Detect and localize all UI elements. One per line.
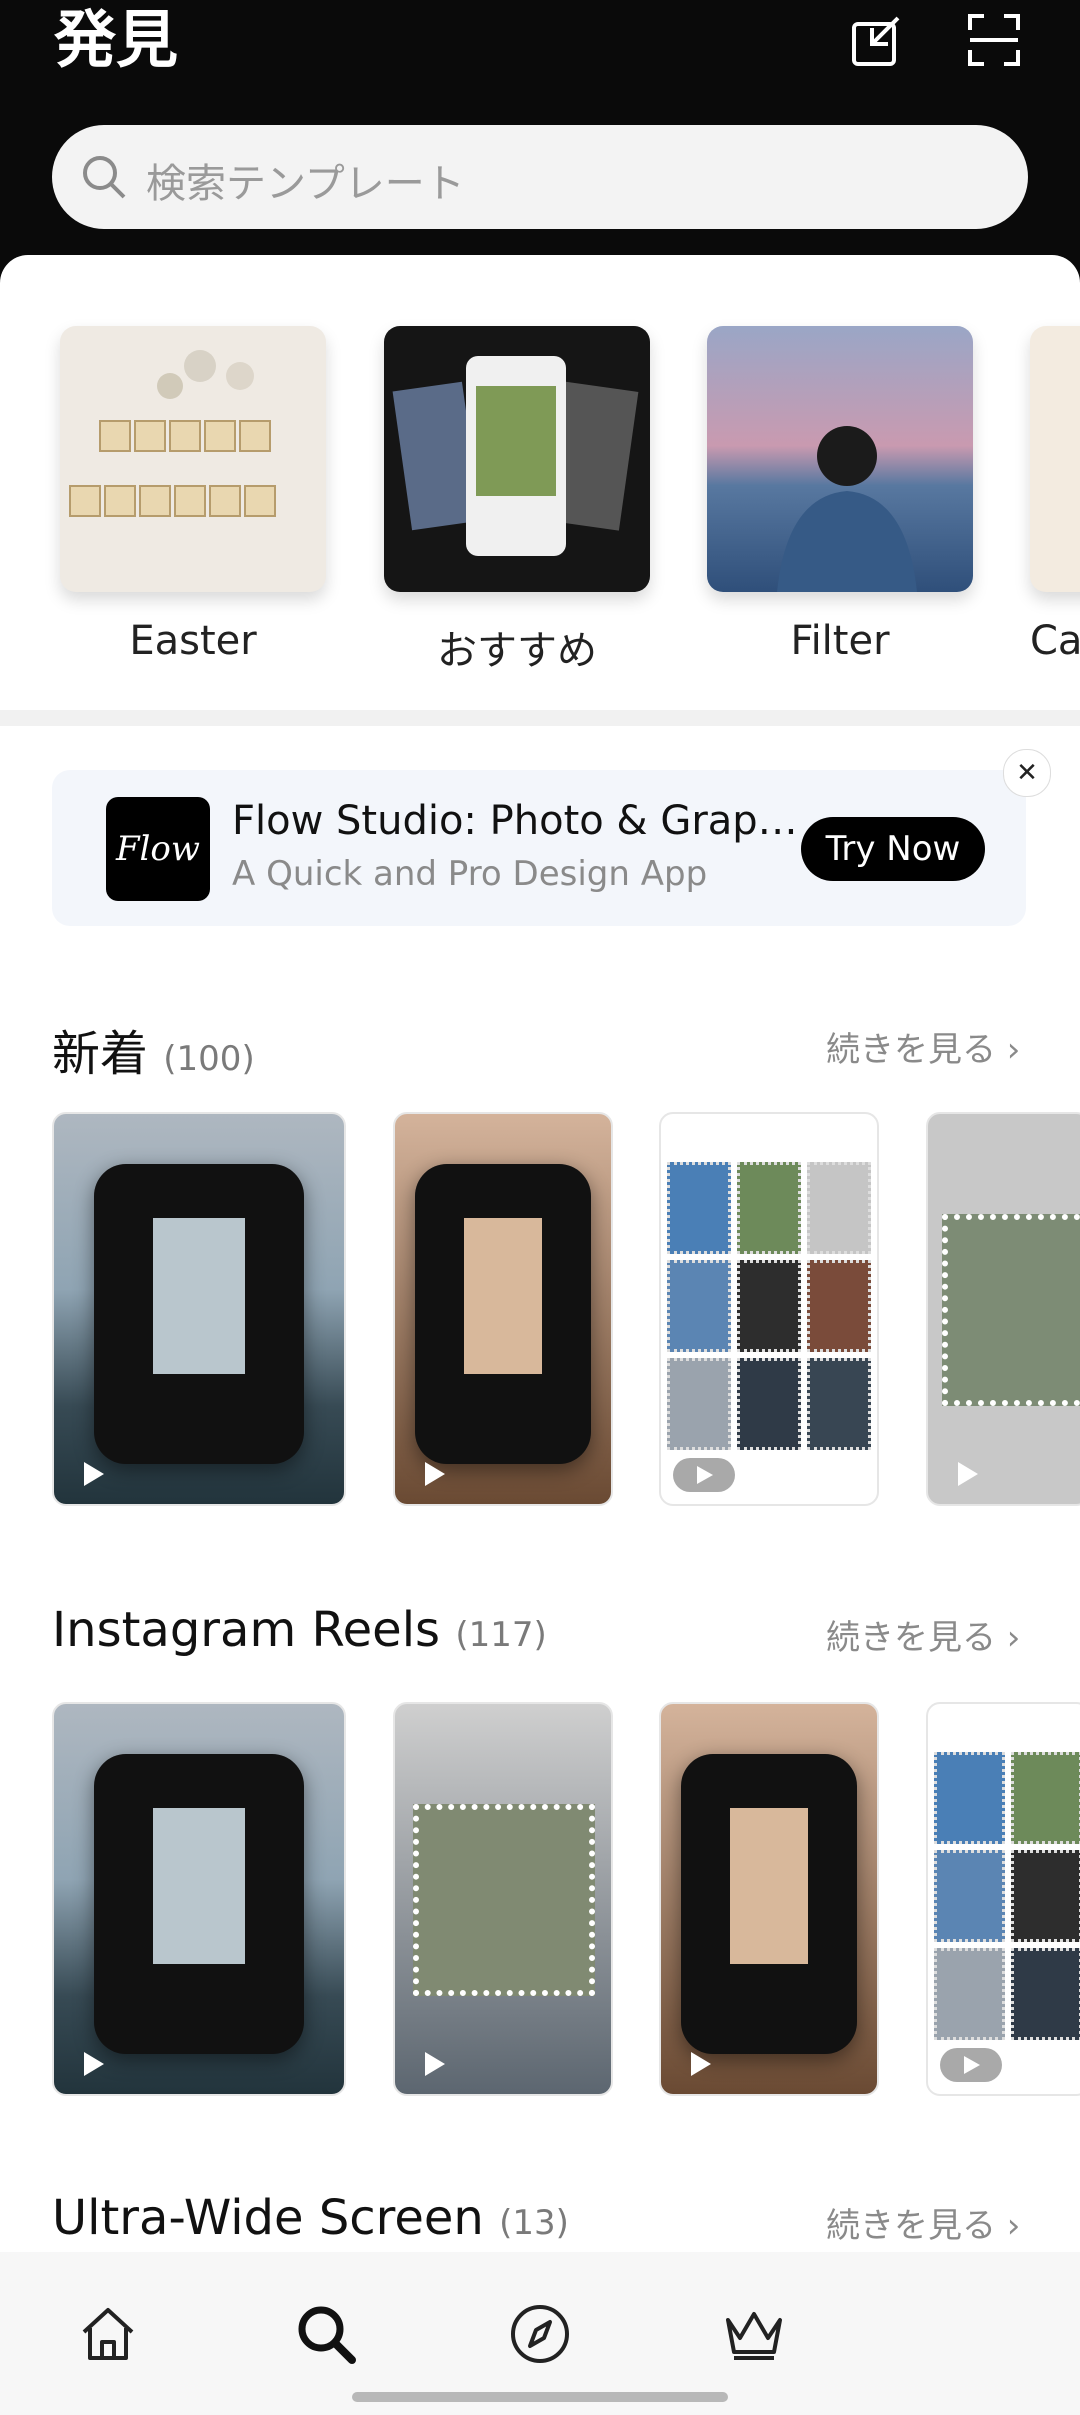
play-icon xyxy=(691,2052,711,2076)
play-icon xyxy=(425,2052,445,2076)
template-preview xyxy=(667,1162,871,1450)
section-name: Instagram Reels xyxy=(52,1602,441,1658)
section-title: 新着 (100) xyxy=(52,1014,255,1084)
screen: 発見 検索テンプレート Easter おすすめ Filter Ca Flow F… xyxy=(0,0,1080,2415)
template-preview xyxy=(934,1752,1080,2040)
category-label: おすすめ xyxy=(437,628,597,674)
template-tile[interactable] xyxy=(926,1702,1080,2096)
page-title: 発見 xyxy=(54,3,179,76)
category-partial[interactable]: Ca xyxy=(1030,326,1080,664)
search-input[interactable]: 検索テンプレート xyxy=(52,125,1028,229)
see-all-link[interactable]: 続きを見る › xyxy=(826,2198,1020,2247)
home-icon[interactable] xyxy=(76,2302,140,2366)
section-name: Ultra-Wide Screen xyxy=(52,2190,484,2246)
scan-icon[interactable] xyxy=(966,12,1022,68)
ad-banner[interactable]: Flow Flow Studio: Photo & Grap… A Quick … xyxy=(52,770,1026,926)
crown-icon[interactable] xyxy=(722,2302,786,2366)
template-tile[interactable] xyxy=(659,1702,879,2096)
play-icon xyxy=(425,1462,445,1486)
template-tile[interactable] xyxy=(659,1112,879,1506)
template-tile[interactable] xyxy=(52,1112,346,1506)
category-label: Ca xyxy=(1030,618,1080,664)
category-filter[interactable]: Filter xyxy=(707,326,973,664)
template-tile[interactable] xyxy=(52,1702,346,2096)
section-title: Ultra-Wide Screen (13) xyxy=(52,2190,569,2246)
search-icon xyxy=(83,156,126,199)
template-tile[interactable] xyxy=(926,1112,1080,1506)
template-preview xyxy=(681,1754,857,2054)
section-count: (13) xyxy=(499,2203,569,2243)
section-count: (117) xyxy=(455,1615,547,1655)
ad-close-button[interactable]: ✕ xyxy=(1003,749,1051,797)
template-preview xyxy=(94,1164,304,1464)
category-thumb xyxy=(707,326,973,592)
template-tile[interactable] xyxy=(393,1112,613,1506)
section-name: 新着 xyxy=(52,1026,149,1082)
template-preview xyxy=(415,1164,591,1464)
search-icon[interactable] xyxy=(294,2302,358,2366)
category-thumb xyxy=(60,326,326,592)
category-thumb xyxy=(1030,326,1080,592)
category-label: Filter xyxy=(790,618,890,664)
home-indicator xyxy=(352,2392,728,2402)
play-icon xyxy=(84,1462,104,1486)
compass-icon[interactable] xyxy=(508,2302,572,2366)
template-preview xyxy=(94,1754,304,2054)
section-divider xyxy=(0,710,1080,726)
category-label: Easter xyxy=(129,618,257,664)
category-recommended[interactable]: おすすめ xyxy=(384,326,650,676)
template-preview xyxy=(942,1214,1080,1406)
play-icon xyxy=(940,2048,1002,2082)
import-icon[interactable] xyxy=(850,12,906,68)
category-thumb xyxy=(384,326,650,592)
template-preview xyxy=(413,1804,595,1996)
section-count: (100) xyxy=(163,1039,255,1079)
section-title: Instagram Reels (117) xyxy=(52,1602,547,1658)
flow-logo: Flow xyxy=(106,797,210,901)
template-tile[interactable] xyxy=(393,1702,613,2096)
play-icon xyxy=(673,1458,735,1492)
ad-title: Flow Studio: Photo & Grap… xyxy=(232,798,798,844)
category-easter[interactable]: Easter xyxy=(60,326,326,664)
see-all-link[interactable]: 続きを見る › xyxy=(826,1022,1020,1071)
play-icon xyxy=(84,2052,104,2076)
try-now-button[interactable]: Try Now xyxy=(801,817,985,881)
play-icon xyxy=(958,1462,978,1486)
ad-subtitle: A Quick and Pro Design App xyxy=(232,854,708,894)
tab-bar xyxy=(0,2252,1080,2415)
see-all-link[interactable]: 続きを見る › xyxy=(826,1610,1020,1659)
search-placeholder: 検索テンプレート xyxy=(146,161,465,207)
